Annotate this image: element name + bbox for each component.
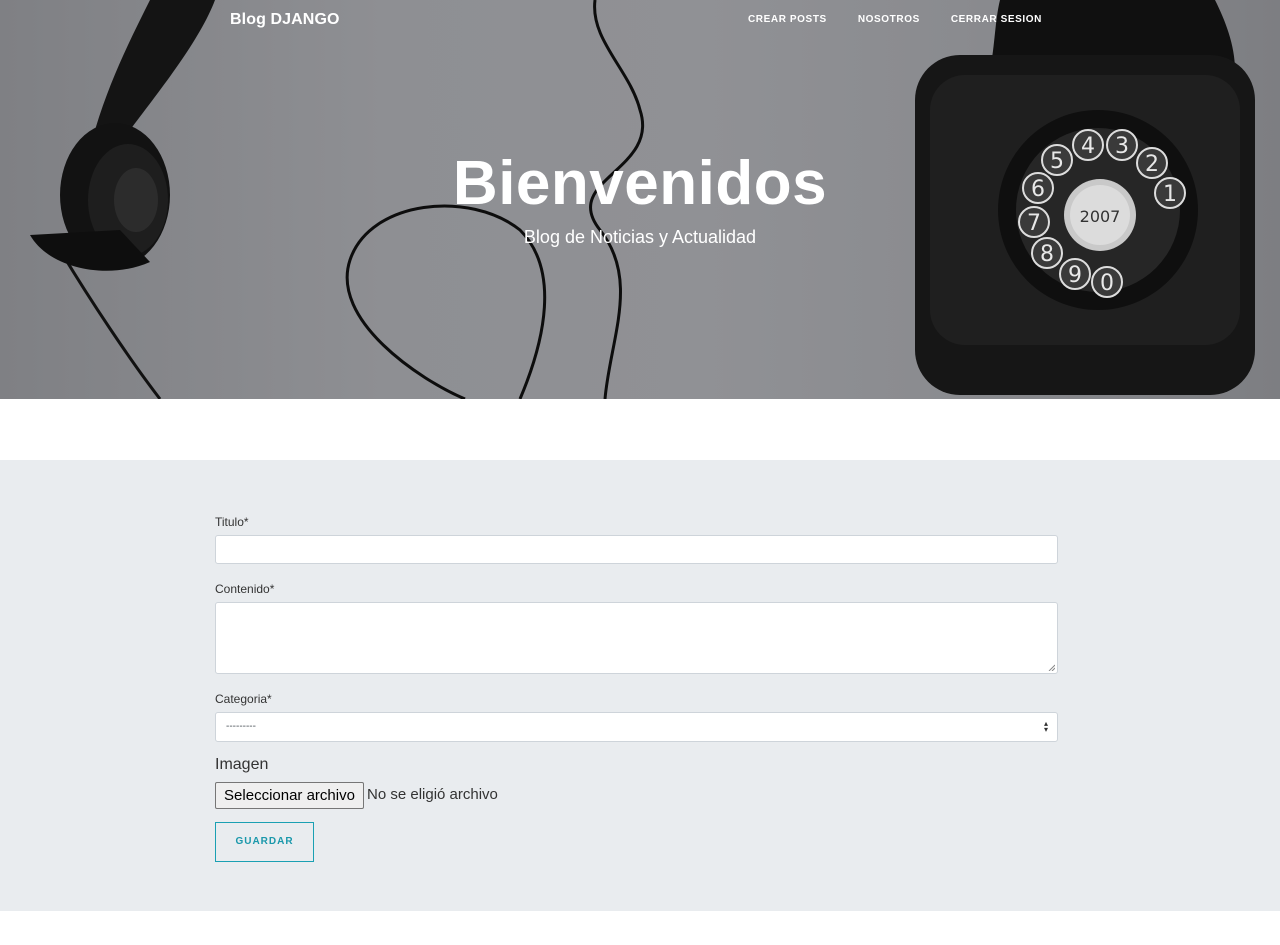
titulo-label: Titulo* <box>215 515 249 529</box>
file-status-text: No se eligió archivo <box>367 786 498 803</box>
top-navbar: Blog DJANGO CREAR POSTS NOSOTROS CERRAR … <box>0 0 1280 40</box>
categoria-label: Categoria* <box>215 692 272 706</box>
nav-link-nosotros[interactable]: NOSOTROS <box>858 14 920 25</box>
resize-handle-icon[interactable] <box>1048 664 1055 671</box>
file-select-button[interactable]: Seleccionar archivo <box>215 782 364 809</box>
contenido-textarea[interactable] <box>215 602 1058 674</box>
hero-subtitle: Blog de Noticias y Actualidad <box>523 227 757 247</box>
categoria-selected-value: --------- <box>226 721 256 732</box>
imagen-label: Imagen <box>215 756 269 773</box>
hero-title: Bienvenidos <box>452 149 828 218</box>
post-form-section: Titulo* Contenido* Categoria* --------- … <box>0 460 1280 911</box>
contenido-label: Contenido* <box>215 582 275 596</box>
save-button[interactable]: GUARDAR <box>215 822 314 862</box>
svg-text:0: 0 <box>1100 271 1114 296</box>
categoria-select[interactable]: --------- ▴ ▾ <box>215 712 1058 742</box>
nav-link-cerrar-sesion[interactable]: CERRAR SESION <box>951 14 1042 25</box>
titulo-input[interactable] <box>215 535 1058 564</box>
hero-banner: 2007 5 4 3 2 1 6 7 8 9 0 Blog DJANGO CRE… <box>0 0 1280 399</box>
nav-links: CREAR POSTS NOSOTROS CERRAR SESION <box>748 14 1042 25</box>
select-updown-icon: ▴ ▾ <box>1043 719 1048 734</box>
svg-text:9: 9 <box>1068 263 1082 288</box>
brand-link[interactable]: Blog DJANGO <box>230 11 340 29</box>
nav-link-crear-posts[interactable]: CREAR POSTS <box>748 14 827 25</box>
